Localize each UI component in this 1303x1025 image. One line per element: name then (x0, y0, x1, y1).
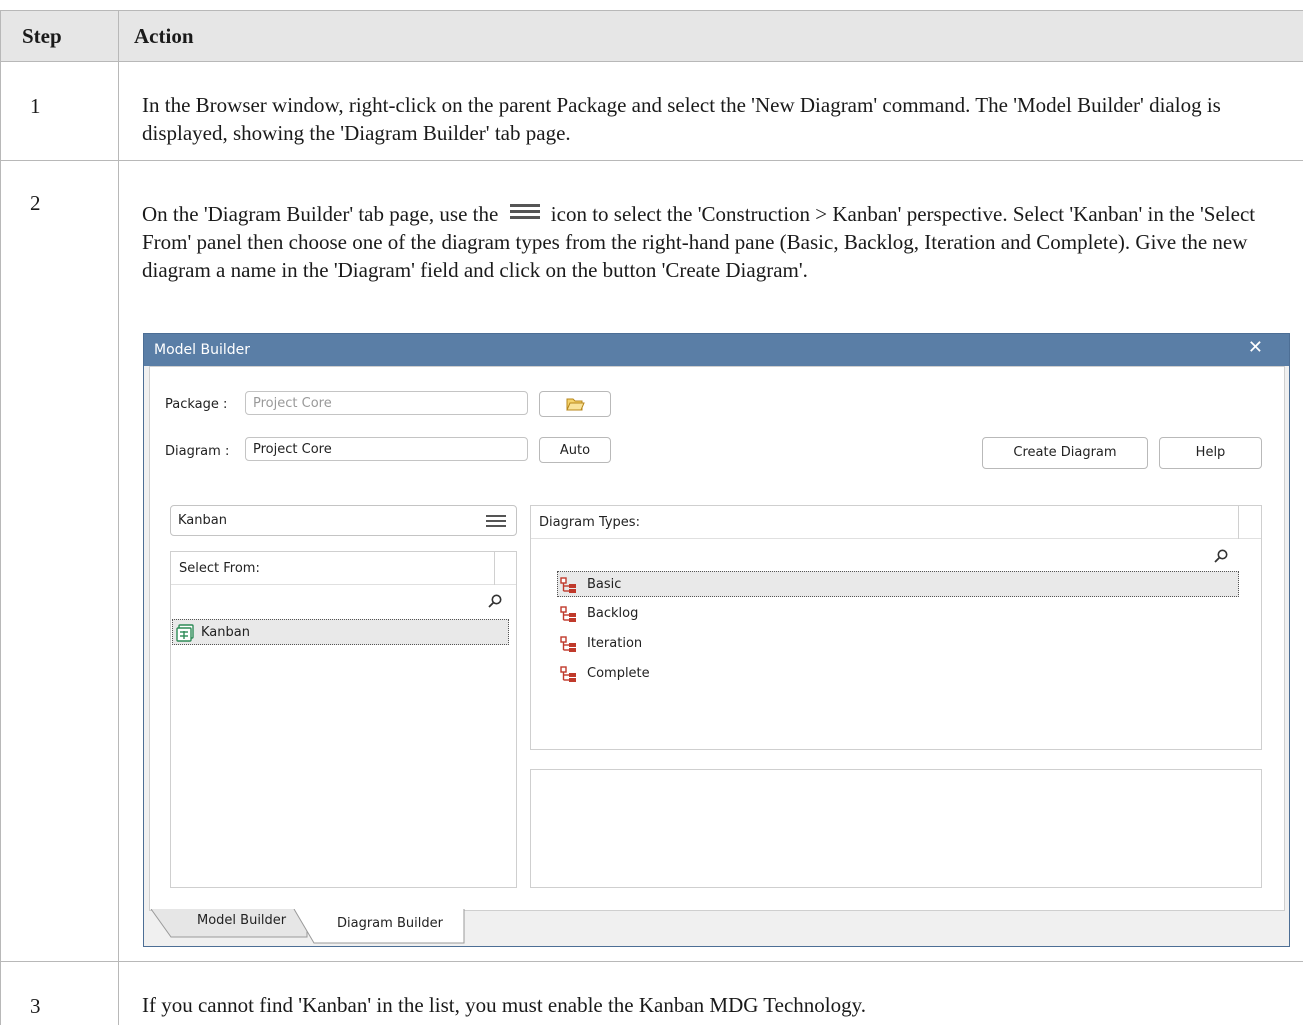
package-label: Package : (165, 397, 228, 412)
step-column-header: Step (22, 24, 62, 48)
list-item[interactable]: Kanban (172, 619, 509, 645)
diagram-type-icon (560, 577, 576, 593)
tab-model-builder[interactable]: Model Builder (197, 913, 286, 928)
diagram-types-panel: Diagram Types: Basic Backlog Iteration C… (530, 505, 1262, 750)
header-divider (494, 552, 495, 585)
diagram-type-icon (560, 666, 576, 682)
perspective-value: Kanban (178, 513, 227, 528)
dialog-title-bar: Model Builder ✕ (144, 334, 1289, 366)
dialog-title: Model Builder (154, 342, 250, 358)
step-number: 1 (30, 94, 41, 118)
tab-diagram-builder[interactable]: Diagram Builder (337, 916, 443, 931)
browse-package-button[interactable] (539, 391, 611, 417)
model-builder-dialog: Model Builder ✕ Package : Project Core D… (143, 333, 1290, 947)
close-icon[interactable]: ✕ (1248, 337, 1263, 358)
table-header: Step Action (0, 10, 1303, 62)
diagram-label: Diagram : (165, 444, 230, 459)
action-column-header: Action (134, 24, 194, 48)
open-folder-icon (566, 398, 585, 411)
search-icon[interactable] (487, 593, 503, 609)
search-icon[interactable] (1213, 548, 1229, 564)
auto-button[interactable]: Auto (539, 437, 611, 463)
select-from-panel: Select From: Kanban (170, 551, 517, 888)
package-field[interactable]: Project Core (245, 391, 528, 415)
diagram-type-icon (560, 606, 576, 622)
row-divider (0, 961, 1303, 962)
header-divider (1238, 506, 1239, 539)
column-divider (118, 10, 119, 1025)
select-from-header: Select From: (171, 552, 516, 585)
row-divider (0, 160, 1303, 161)
help-button[interactable]: Help (1159, 437, 1262, 469)
list-item-label: Basic (587, 577, 622, 592)
create-diagram-button[interactable]: Create Diagram (982, 437, 1148, 469)
dialog-tab-bar: Model Builder Diagram Builder (149, 909, 1283, 945)
step-action-text: On the 'Diagram Builder' tab page, use t… (142, 200, 1262, 284)
list-item[interactable]: Backlog (557, 601, 1239, 627)
step-number: 3 (30, 994, 41, 1018)
step-action-text: In the Browser window, right-click on th… (142, 93, 1221, 145)
list-item-label: Complete (587, 666, 650, 681)
step-number: 2 (30, 191, 41, 215)
hamburger-menu-icon[interactable] (486, 513, 506, 530)
list-item-label: Iteration (587, 636, 643, 651)
list-item[interactable]: Complete (557, 661, 1239, 687)
list-item[interactable]: Iteration (557, 631, 1239, 657)
dialog-body: Package : Project Core Diagram : Project… (149, 366, 1285, 911)
list-item[interactable]: Basic (557, 571, 1239, 597)
description-panel (530, 769, 1262, 888)
diagram-type-icon (560, 636, 576, 652)
list-item-label: Backlog (587, 606, 639, 621)
kanban-icon (176, 624, 194, 642)
diagram-name-field[interactable]: Project Core (245, 437, 528, 461)
table-left-border (0, 10, 1, 1025)
perspective-selector[interactable]: Kanban (170, 505, 517, 536)
hamburger-menu-icon (509, 201, 540, 223)
step-action-text: If you cannot find 'Kanban' in the list,… (142, 993, 867, 1017)
list-item-label: Kanban (201, 625, 250, 640)
step-action-text-part1: On the 'Diagram Builder' tab page, use t… (142, 202, 499, 226)
diagram-types-header: Diagram Types: (531, 506, 1261, 539)
